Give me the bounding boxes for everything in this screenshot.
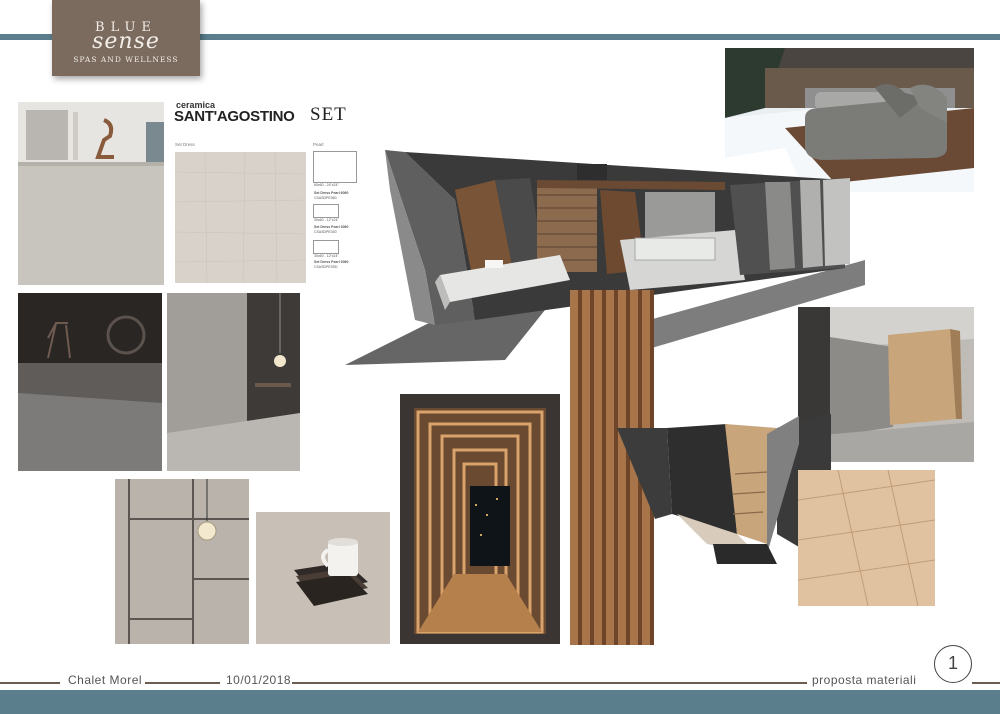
cup-and-books-photo (256, 512, 390, 644)
wooden-corridor-photo (400, 394, 560, 644)
footer-line-right (972, 682, 1000, 684)
project-name: Chalet Morel (68, 673, 143, 687)
swatch-main-label: Set Dress (175, 142, 195, 147)
swatch-3-code: CSASDPE0SD (314, 265, 338, 269)
chevron-wood-floor-photo (798, 470, 935, 606)
brand-name: SANT'AGOSTINO (174, 108, 295, 125)
pearl-swatch-3060-b (313, 240, 339, 254)
dark-room-floor-photo (18, 293, 162, 471)
swatch-2-name: Set Dress Pearl 3060 (314, 225, 349, 229)
pearl-swatch-3060-a (313, 204, 339, 218)
textured-floor-room-photo (18, 102, 164, 285)
document-date: 10/01/2018 (226, 673, 292, 687)
document-section: proposta materiali (812, 673, 917, 687)
swatch-1-code: CSASDPE060 (314, 196, 337, 200)
swatch-1-size: 60x60 - 24"x24" (314, 183, 339, 187)
swatch-1-name: Set Dress Pearl 6060 (314, 191, 349, 195)
footer-line-center (292, 682, 807, 684)
set-dress-swatch (175, 152, 306, 283)
swatch-2-code: CSASDPE030 (314, 230, 337, 234)
swatch-side-label: Pearl (313, 142, 324, 147)
footer-line-left (0, 682, 60, 684)
collection-name: SET (310, 104, 347, 125)
grey-wall-pendant-photo (167, 293, 300, 471)
swatch-2-size: 30x60 - 12"x24" (314, 218, 339, 222)
logo-line-2: sense (92, 29, 160, 54)
page-number: 1 (934, 645, 972, 683)
logo-line-3: SPAS AND WELLNESS (73, 55, 179, 64)
bottom-accent-band (0, 690, 1000, 714)
blue-sense-logo: BLUE sense SPAS AND WELLNESS (52, 0, 200, 76)
footer-line-mid-left (145, 682, 220, 684)
tiled-wall-bulb-photo (115, 479, 249, 644)
swatch-3-name: Set Dress Pearl 3060 (314, 260, 349, 264)
swatch-3-size: 30x60 - 12"x24" (314, 254, 339, 258)
